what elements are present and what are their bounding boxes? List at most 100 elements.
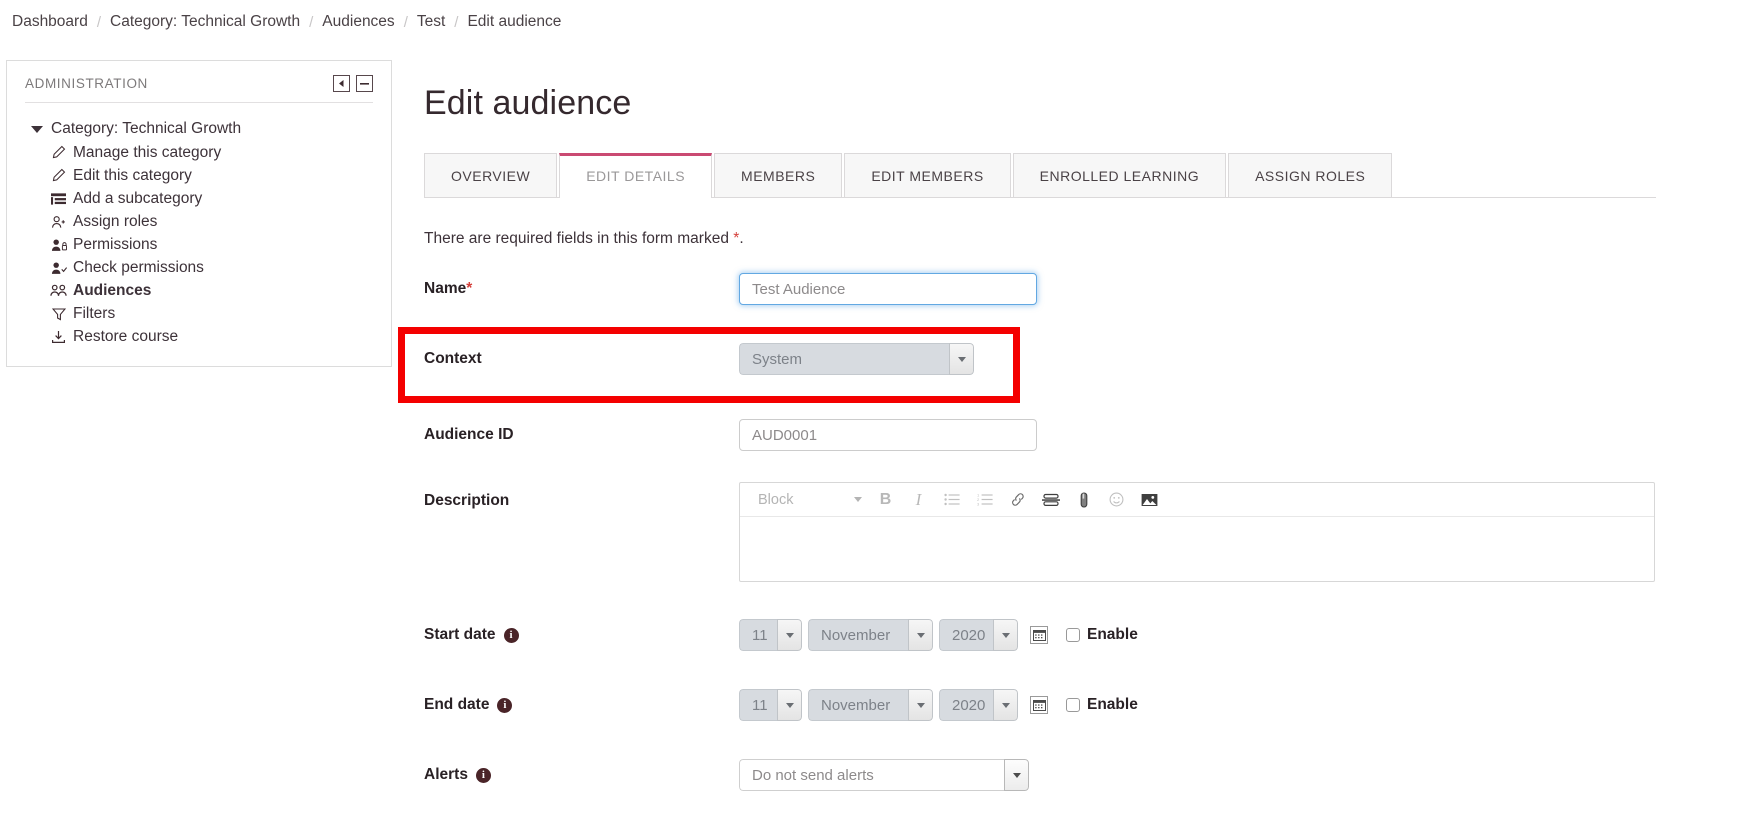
administration-tree: Category: Technical Growth Manage this c… (7, 103, 391, 366)
chevron-down-icon[interactable] (908, 619, 933, 651)
tab-members[interactable]: MEMBERS (714, 153, 843, 197)
end-date-enable-label: Enable (1087, 696, 1138, 713)
required-fields-note-text: There are required fields in this form m… (424, 230, 729, 247)
info-icon[interactable]: i (475, 767, 491, 783)
audience-id-input[interactable] (739, 419, 1037, 451)
breadcrumb-separator: / (309, 13, 314, 31)
end-date-year-value: 2020 (939, 689, 993, 721)
context-select-value: System (739, 343, 949, 375)
breadcrumb-separator: / (403, 13, 408, 31)
tab-edit-members[interactable]: EDIT MEMBERS (844, 153, 1011, 197)
minus-icon (360, 83, 369, 85)
start-date-day-value: 11 (739, 619, 777, 651)
user-plus-icon (49, 214, 68, 230)
end-date-year-select[interactable]: 2020 (939, 689, 1018, 721)
chevron-down-icon[interactable] (908, 689, 933, 721)
sidebar-item-filters[interactable]: Filters (7, 302, 391, 325)
end-date-day-value: 11 (739, 689, 777, 721)
horizontal-rule-icon[interactable] (1035, 486, 1066, 514)
sidebar-item-check-permissions[interactable]: Check permissions (7, 256, 391, 279)
sidebar-item-label: Audiences (73, 281, 152, 299)
end-date-enable-wrap: Enable (1066, 696, 1138, 714)
start-date-year-select[interactable]: 2020 (939, 619, 1018, 651)
audience-id-control (739, 419, 1037, 451)
funnel-icon (49, 306, 68, 322)
sidebar-item-add-a-subcategory[interactable]: Add a subcategory (7, 187, 391, 210)
info-icon[interactable]: i (497, 697, 513, 713)
chevron-down-icon (854, 497, 862, 502)
user-lock-icon (49, 237, 68, 253)
end-date-day-select[interactable]: 11 (739, 689, 802, 721)
main-content: Edit audience OVERVIEW EDIT DETAILS MEMB… (424, 44, 1756, 814)
bullet-list-icon[interactable] (936, 486, 967, 514)
tab-overview[interactable]: OVERVIEW (424, 153, 558, 197)
breadcrumb-item-dashboard[interactable]: Dashboard (12, 13, 88, 31)
tab-enrolled-learning[interactable]: ENROLLED LEARNING (1012, 153, 1227, 197)
name-input[interactable] (739, 273, 1037, 305)
tab-label: OVERVIEW (451, 168, 531, 184)
chevron-down-icon[interactable] (1004, 759, 1029, 791)
tab-edit-details[interactable]: EDIT DETAILS (559, 153, 713, 198)
calendar-icon[interactable] (1030, 626, 1048, 644)
start-date-year-value: 2020 (939, 619, 993, 651)
emoticon-icon[interactable] (1101, 486, 1132, 514)
end-date-label-text: End date (424, 696, 490, 713)
sidebar-item-audiences[interactable]: Audiences (7, 279, 391, 302)
link-icon[interactable] (1002, 486, 1033, 514)
breadcrumb-item-category[interactable]: Category: Technical Growth (110, 13, 300, 31)
name-control (739, 273, 1037, 305)
breadcrumb-item-audiences[interactable]: Audiences (322, 13, 394, 31)
context-control: System (739, 343, 974, 375)
chevron-down-icon[interactable] (993, 619, 1018, 651)
chevron-down-icon[interactable] (949, 343, 974, 375)
sidebar-item-permissions[interactable]: Permissions (7, 233, 391, 256)
sidebar-item-restore-course[interactable]: Restore course (7, 325, 391, 348)
numbered-list-icon[interactable]: 123 (969, 486, 1000, 514)
context-select[interactable]: System (739, 343, 974, 375)
alerts-label-text: Alerts (424, 766, 468, 783)
chevron-down-icon[interactable] (993, 689, 1018, 721)
form-row-description: Description Block B I 1 2 3 (424, 482, 1756, 582)
tree-root-category[interactable]: Category: Technical Growth (7, 117, 391, 141)
sidebar-item-label: Check permissions (73, 258, 204, 276)
page-body: ADMINISTRATION Category: Technical Growt (0, 44, 1756, 814)
end-date-month-select[interactable]: November (808, 689, 933, 721)
tab-assign-roles[interactable]: ASSIGN ROLES (1228, 153, 1393, 197)
sidebar-item-manage-this-category[interactable]: Manage this category (7, 141, 391, 164)
form-row-start-date: Start date i 11 November 2020 Enable (424, 612, 1756, 658)
start-date-enable-label: Enable (1087, 626, 1138, 643)
block-format-dropdown[interactable]: Block (750, 492, 868, 508)
description-editor: Block B I 123 (739, 482, 1655, 582)
attachment-icon[interactable] (1068, 486, 1099, 514)
administration-block-controls (333, 75, 373, 92)
start-date-day-select[interactable]: 11 (739, 619, 802, 651)
start-date-enable-wrap: Enable (1066, 626, 1138, 644)
chevron-down-icon[interactable] (777, 689, 802, 721)
collapse-block-button[interactable] (356, 75, 373, 92)
bold-icon[interactable]: B (870, 486, 901, 514)
editor-toolbar: Block B I 123 (740, 483, 1654, 517)
calendar-icon[interactable] (1030, 696, 1048, 714)
start-date-enable-checkbox[interactable] (1066, 628, 1080, 642)
image-icon[interactable] (1134, 486, 1165, 514)
tab-bar: OVERVIEW EDIT DETAILS MEMBERS EDIT MEMBE… (424, 153, 1656, 198)
breadcrumb-item-test[interactable]: Test (417, 13, 445, 31)
end-date-enable-checkbox[interactable] (1066, 698, 1080, 712)
sidebar-item-edit-this-category[interactable]: Edit this category (7, 164, 391, 187)
context-label: Context (424, 350, 739, 368)
info-icon[interactable]: i (503, 627, 519, 643)
tab-label: EDIT DETAILS (586, 168, 686, 184)
sidebar-item-label: Permissions (73, 235, 158, 253)
description-label: Description (424, 482, 739, 510)
description-textarea[interactable] (740, 517, 1654, 581)
sidebar-item-assign-roles[interactable]: Assign roles (7, 210, 391, 233)
alerts-select[interactable]: Do not send alerts (739, 759, 1029, 791)
form-row-context: Context System (424, 336, 1756, 382)
breadcrumb: Dashboard / Category: Technical Growth /… (0, 0, 1756, 44)
italic-icon[interactable]: I (903, 486, 934, 514)
dock-block-button[interactable] (333, 75, 350, 92)
start-date-month-select[interactable]: November (808, 619, 933, 651)
chevron-down-icon[interactable] (777, 619, 802, 651)
tab-label: MEMBERS (741, 168, 816, 184)
breadcrumb-separator: / (454, 13, 459, 31)
